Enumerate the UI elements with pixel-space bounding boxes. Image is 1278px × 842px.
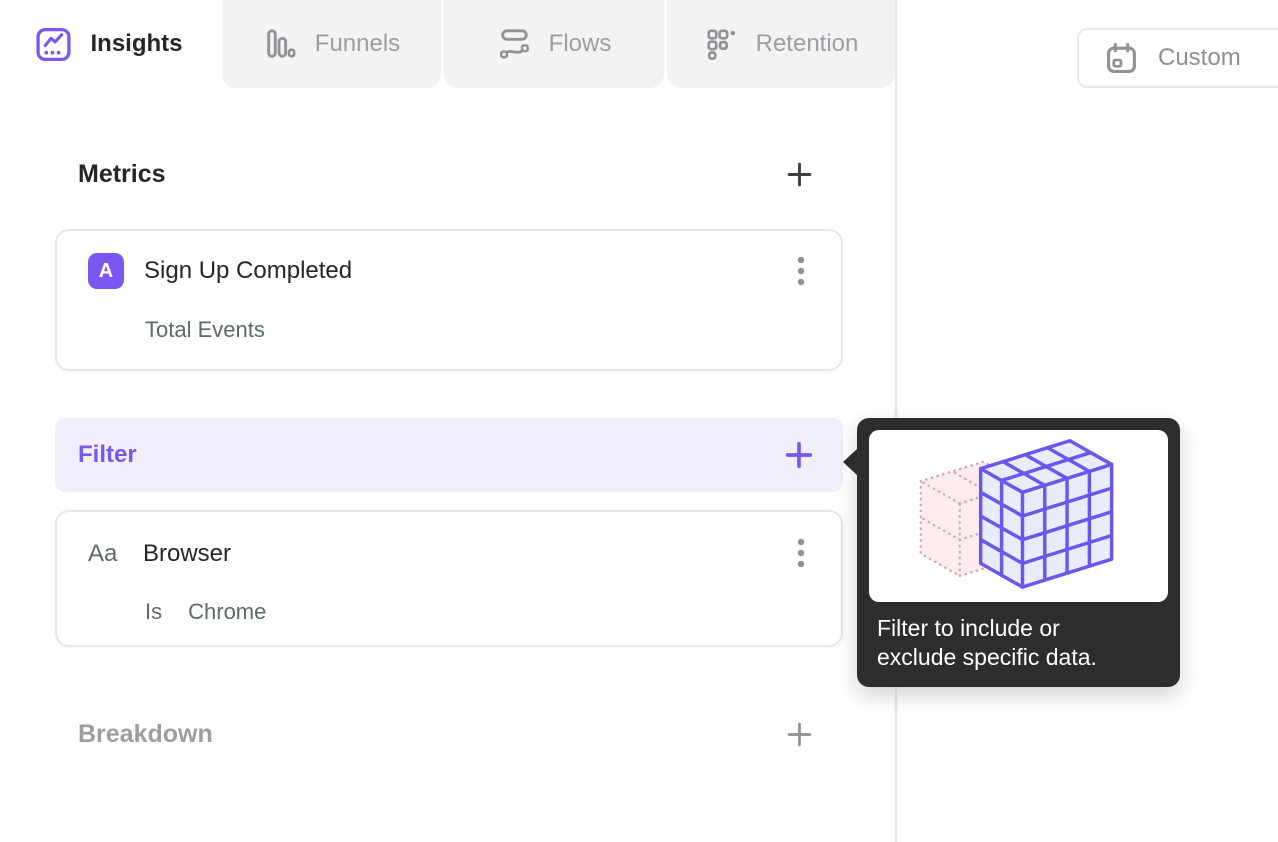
plus-icon xyxy=(787,722,811,746)
insights-report-builder: Insights Funnels Flows Retention Custom … xyxy=(0,0,1278,842)
metric-options-kebab-icon[interactable] xyxy=(797,256,805,287)
metric-aggregation[interactable]: Total Events xyxy=(145,317,265,343)
filter-property-name[interactable]: Browser xyxy=(143,540,231,568)
tooltip-text-line: exclude specific data. xyxy=(877,644,1097,670)
retention-icon xyxy=(704,27,738,61)
filter-value[interactable]: Chrome xyxy=(188,599,266,625)
tab-label: Insights xyxy=(90,30,183,57)
filter-options-kebab-icon[interactable] xyxy=(797,538,805,569)
breakdown-section-title: Breakdown xyxy=(78,719,213,748)
tab-label: Funnels xyxy=(314,30,401,57)
add-breakdown-button[interactable] xyxy=(785,720,813,748)
tab-label: Retention xyxy=(755,30,859,57)
metric-series-badge[interactable]: A xyxy=(88,253,124,289)
insights-icon xyxy=(35,26,72,63)
plus-icon xyxy=(785,441,813,469)
plus-icon xyxy=(787,162,811,186)
tab-funnels[interactable]: Funnels xyxy=(222,0,441,88)
metric-event-name[interactable]: Sign Up Completed xyxy=(144,257,352,285)
add-filter-button[interactable] xyxy=(785,441,813,469)
funnels-icon xyxy=(263,27,297,61)
filter-section-title: Filter xyxy=(78,441,137,468)
filter-illustration xyxy=(869,430,1168,602)
date-range-custom-button[interactable]: Custom xyxy=(1077,28,1278,88)
breakdown-section-header: Breakdown xyxy=(55,708,843,760)
tab-label: Flows xyxy=(548,30,612,57)
data-cube-illustration xyxy=(919,439,1113,589)
filter-hint-tooltip: Filter to include or exclude specific da… xyxy=(843,418,1180,687)
metrics-section-header: Metrics xyxy=(55,150,843,198)
calendar-icon xyxy=(1105,42,1138,75)
flows-icon xyxy=(497,27,531,61)
filter-card[interactable]: Aa Browser Is Chrome xyxy=(55,510,843,647)
metric-card[interactable]: A Sign Up Completed Total Events xyxy=(55,229,843,371)
add-metric-button[interactable] xyxy=(785,160,813,188)
tooltip-arrow xyxy=(843,449,857,475)
tooltip-text-line: Filter to include or xyxy=(877,615,1060,641)
date-range-label: Custom xyxy=(1158,44,1241,71)
tab-flows[interactable]: Flows xyxy=(444,0,664,88)
tab-insights[interactable]: Insights xyxy=(0,0,218,88)
tab-retention[interactable]: Retention xyxy=(667,0,895,88)
metrics-section-title: Metrics xyxy=(78,159,166,188)
filter-section-header: Filter xyxy=(55,418,843,492)
property-type-icon: Aa xyxy=(88,539,118,567)
filter-operator[interactable]: Is xyxy=(145,599,162,625)
